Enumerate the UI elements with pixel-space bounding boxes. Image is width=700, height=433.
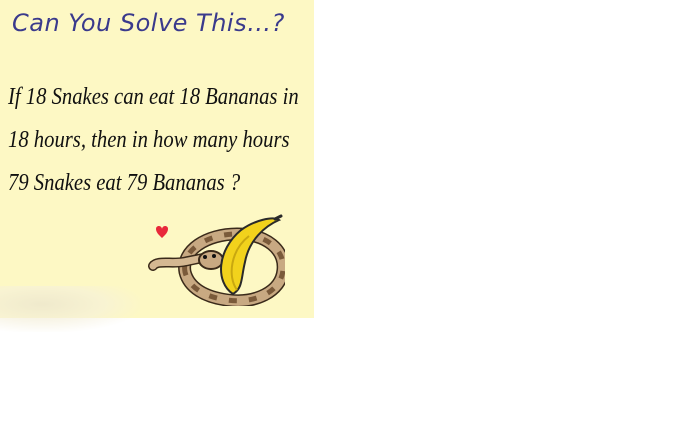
heart-icon: [156, 226, 168, 238]
question-line-3: 79 Snakes eat 79 Bananas ?: [8, 170, 241, 196]
snake-illustration: [148, 227, 285, 306]
paper-smudge: [0, 286, 140, 332]
question-line-1: If 18 Snakes can eat 18 Bananas in: [8, 84, 299, 110]
puzzle-question: If 18 Snakes can eat 18 Bananas in 18 ho…: [8, 76, 308, 205]
snake-banana-illustration: [148, 214, 285, 306]
puzzle-card: Can You Solve This…? If 18 Snakes can ea…: [0, 0, 314, 318]
question-line-2: 18 hours, then in how many hours: [8, 127, 290, 153]
page-title: Can You Solve This…?: [12, 9, 285, 37]
